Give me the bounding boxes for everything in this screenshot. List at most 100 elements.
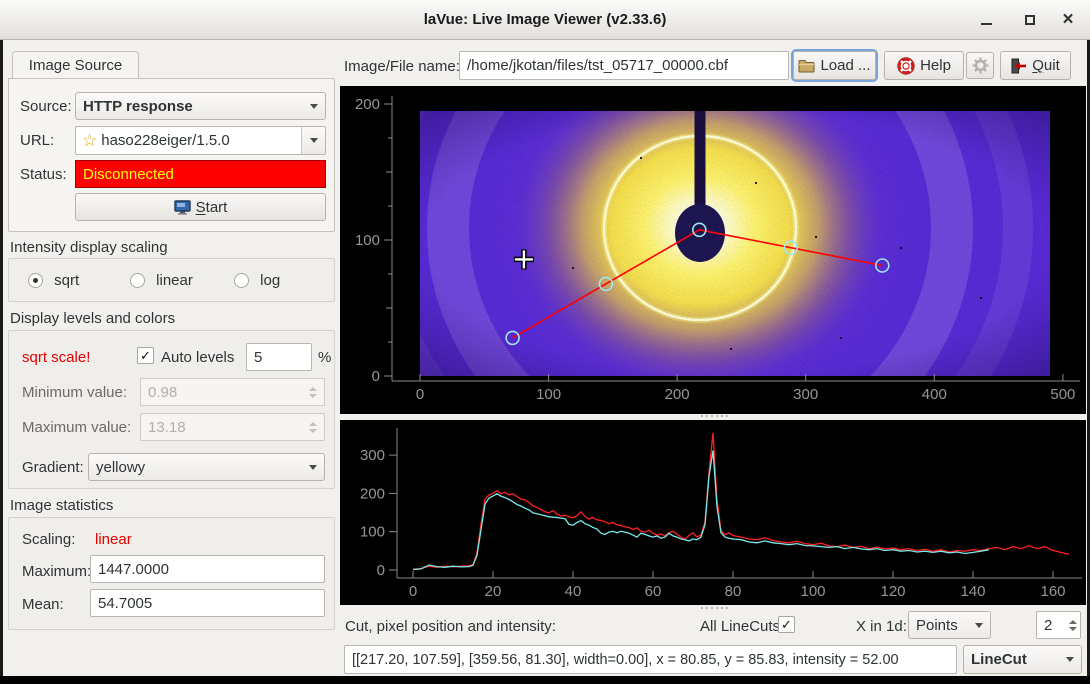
scale-warning-label: sqrt scale! xyxy=(22,349,90,366)
status-label: Status: xyxy=(20,166,67,183)
svg-text:200: 200 xyxy=(360,485,385,502)
svg-text:500: 500 xyxy=(1050,386,1075,403)
url-dropdown-button[interactable] xyxy=(301,127,325,154)
status-value: Disconnected xyxy=(75,160,326,188)
url-combobox[interactable]: ☆ haso228eiger/1.5.0 xyxy=(75,126,326,155)
chevron-down-icon xyxy=(975,623,983,628)
window-title: laVue: Live Image Viewer (v2.33.6) xyxy=(0,11,1090,28)
folder-icon xyxy=(798,59,815,73)
help-button[interactable]: Help xyxy=(884,51,964,80)
quit-button[interactable]: Quit xyxy=(1000,51,1071,80)
auto-levels-label: Auto levels xyxy=(161,349,234,366)
chevron-down-icon xyxy=(1066,657,1074,662)
auto-levels-input[interactable]: 5 xyxy=(246,343,312,371)
stats-mean-label: Mean: xyxy=(22,596,64,613)
section-title-display-levels: Display levels and colors xyxy=(10,310,175,327)
source-combobox[interactable]: HTTP response xyxy=(75,92,326,120)
svg-text:100: 100 xyxy=(355,232,380,249)
all-linecuts-checkbox[interactable]: ✓ xyxy=(778,616,795,633)
gradient-label: Gradient: xyxy=(22,459,84,476)
titlebar[interactable]: laVue: Live Image Viewer (v2.33.6) × xyxy=(0,0,1090,40)
svg-text:400: 400 xyxy=(922,386,947,403)
svg-text:20: 20 xyxy=(485,583,502,600)
chevron-down-icon xyxy=(310,138,318,143)
source-label: Source: xyxy=(20,98,72,115)
x-in-1d-value: Points xyxy=(916,617,975,634)
lavue-window: laVue: Live Image Viewer (v2.33.6) × Ima… xyxy=(0,0,1090,684)
radio-log-label: log xyxy=(260,272,280,289)
close-button[interactable]: × xyxy=(1056,8,1080,32)
check-icon: ✓ xyxy=(781,617,792,633)
spin-arrows xyxy=(309,387,317,398)
radio-sqrt-icon xyxy=(28,273,43,288)
stats-scaling-label: Scaling: xyxy=(22,531,75,548)
check-icon: ✓ xyxy=(140,348,151,364)
image-plot-canvas: 0 100 200 0 100 200 300 400 500 xyxy=(340,86,1086,414)
gradient-combobox[interactable]: yellowy xyxy=(88,453,325,481)
svg-text:0: 0 xyxy=(416,386,424,403)
maximize-button[interactable] xyxy=(1018,8,1042,32)
cut-position-value[interactable]: [[217.20, 107.59], [359.56, 81.30], widt… xyxy=(344,645,957,674)
maximum-value-spinbox: 13.18 xyxy=(140,413,325,441)
maximum-value-label: Maximum value: xyxy=(22,419,131,436)
svg-text:40: 40 xyxy=(565,583,582,600)
linecut-plot[interactable]: 0 100 200 300 0 20 40 60 80 100 120 140 … xyxy=(340,420,1086,605)
settings-button[interactable] xyxy=(966,52,994,79)
x-in-1d-combobox[interactable]: Points xyxy=(908,611,991,639)
minimize-button[interactable] xyxy=(974,8,998,32)
splitter-handle[interactable] xyxy=(701,607,728,609)
radio-log[interactable]: log xyxy=(234,272,280,289)
spin-arrows xyxy=(309,422,317,433)
minimum-value-label: Minimum value: xyxy=(22,384,127,401)
url-combobox-value: haso228eiger/1.5.0 xyxy=(101,132,301,149)
tool-combobox-value: LineCut xyxy=(971,651,1066,668)
start-button[interactable]: Start xyxy=(75,193,326,221)
chevron-down-icon xyxy=(309,465,317,470)
tab-image-source[interactable]: Image Source xyxy=(12,51,139,79)
svg-text:80: 80 xyxy=(725,583,742,600)
svg-text:140: 140 xyxy=(960,583,985,600)
filename-input[interactable]: /home/jkotan/files/tst_05717_00000.cbf xyxy=(459,51,789,80)
svg-text:60: 60 xyxy=(645,583,662,600)
svg-text:100: 100 xyxy=(360,524,385,541)
image-plot[interactable]: 0 100 200 0 100 200 300 400 500 xyxy=(340,86,1086,414)
splitter-handle[interactable] xyxy=(701,415,728,417)
tab-image-source-label: Image Source xyxy=(29,57,122,74)
radio-sqrt[interactable]: sqrt xyxy=(28,272,79,289)
gear-icon xyxy=(972,57,989,74)
tool-combobox[interactable]: LineCut xyxy=(963,645,1082,674)
filename-label: Image/File name: xyxy=(344,58,460,75)
load-button-label: Load ... xyxy=(820,57,870,74)
gradient-combobox-value: yellowy xyxy=(96,459,309,476)
spin-arrows[interactable] xyxy=(1069,620,1077,631)
lifebuoy-icon xyxy=(897,57,915,75)
section-title-image-statistics: Image statistics xyxy=(10,497,113,514)
radio-linear[interactable]: linear xyxy=(130,272,193,289)
svg-text:0: 0 xyxy=(372,368,380,385)
load-button[interactable]: Load ... xyxy=(793,51,876,80)
cut-position-label: Cut, pixel position and intensity: xyxy=(345,618,556,635)
url-label: URL: xyxy=(20,132,54,149)
exit-door-icon xyxy=(1011,58,1027,74)
window-border-bottom xyxy=(0,676,1090,684)
close-icon: × xyxy=(1062,15,1073,25)
radio-linear-icon xyxy=(130,273,145,288)
auto-levels-checkbox[interactable]: ✓ xyxy=(137,347,154,364)
svg-text:300: 300 xyxy=(793,386,818,403)
detector-image xyxy=(382,86,1050,414)
svg-text:100: 100 xyxy=(800,583,825,600)
chevron-down-icon xyxy=(310,104,318,109)
minimize-icon xyxy=(981,16,992,25)
cuts-count-spinbox[interactable]: 2 xyxy=(1036,611,1081,639)
radio-linear-label: linear xyxy=(156,272,193,289)
svg-text:200: 200 xyxy=(665,386,690,403)
stats-maximum-value: 1447.0000 xyxy=(90,555,325,583)
section-title-intensity-scaling: Intensity display scaling xyxy=(10,239,168,256)
svg-text:300: 300 xyxy=(360,447,385,464)
svg-text:100: 100 xyxy=(536,386,561,403)
percent-label: % xyxy=(318,349,331,366)
minimum-value-spinbox: 0.98 xyxy=(140,378,325,406)
quit-button-label: Quit xyxy=(1032,57,1060,74)
help-button-label: Help xyxy=(920,57,951,74)
svg-text:0: 0 xyxy=(409,583,417,600)
